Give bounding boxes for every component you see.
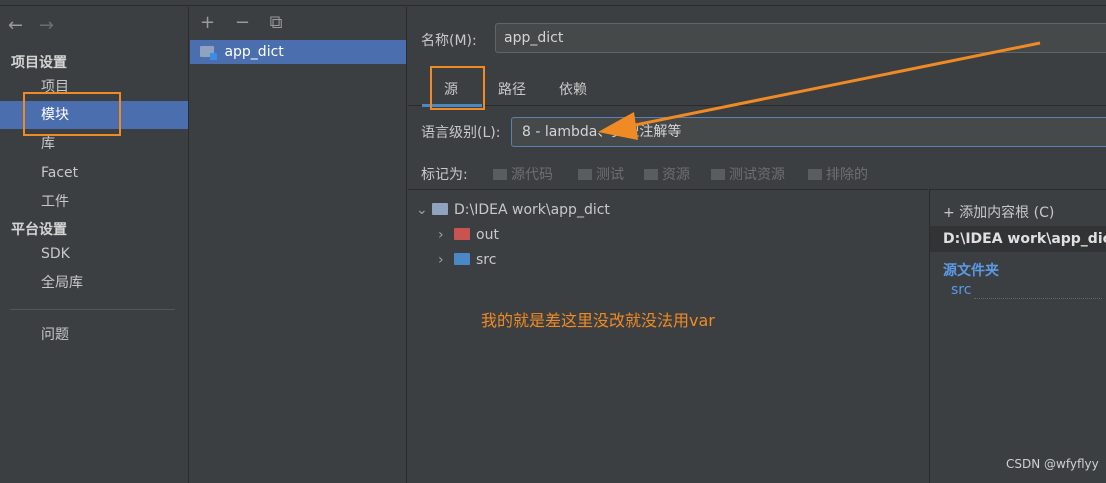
watermark: CSDN @wfyflyy — [1006, 457, 1099, 471]
annotation-arrow — [598, 41, 1041, 140]
